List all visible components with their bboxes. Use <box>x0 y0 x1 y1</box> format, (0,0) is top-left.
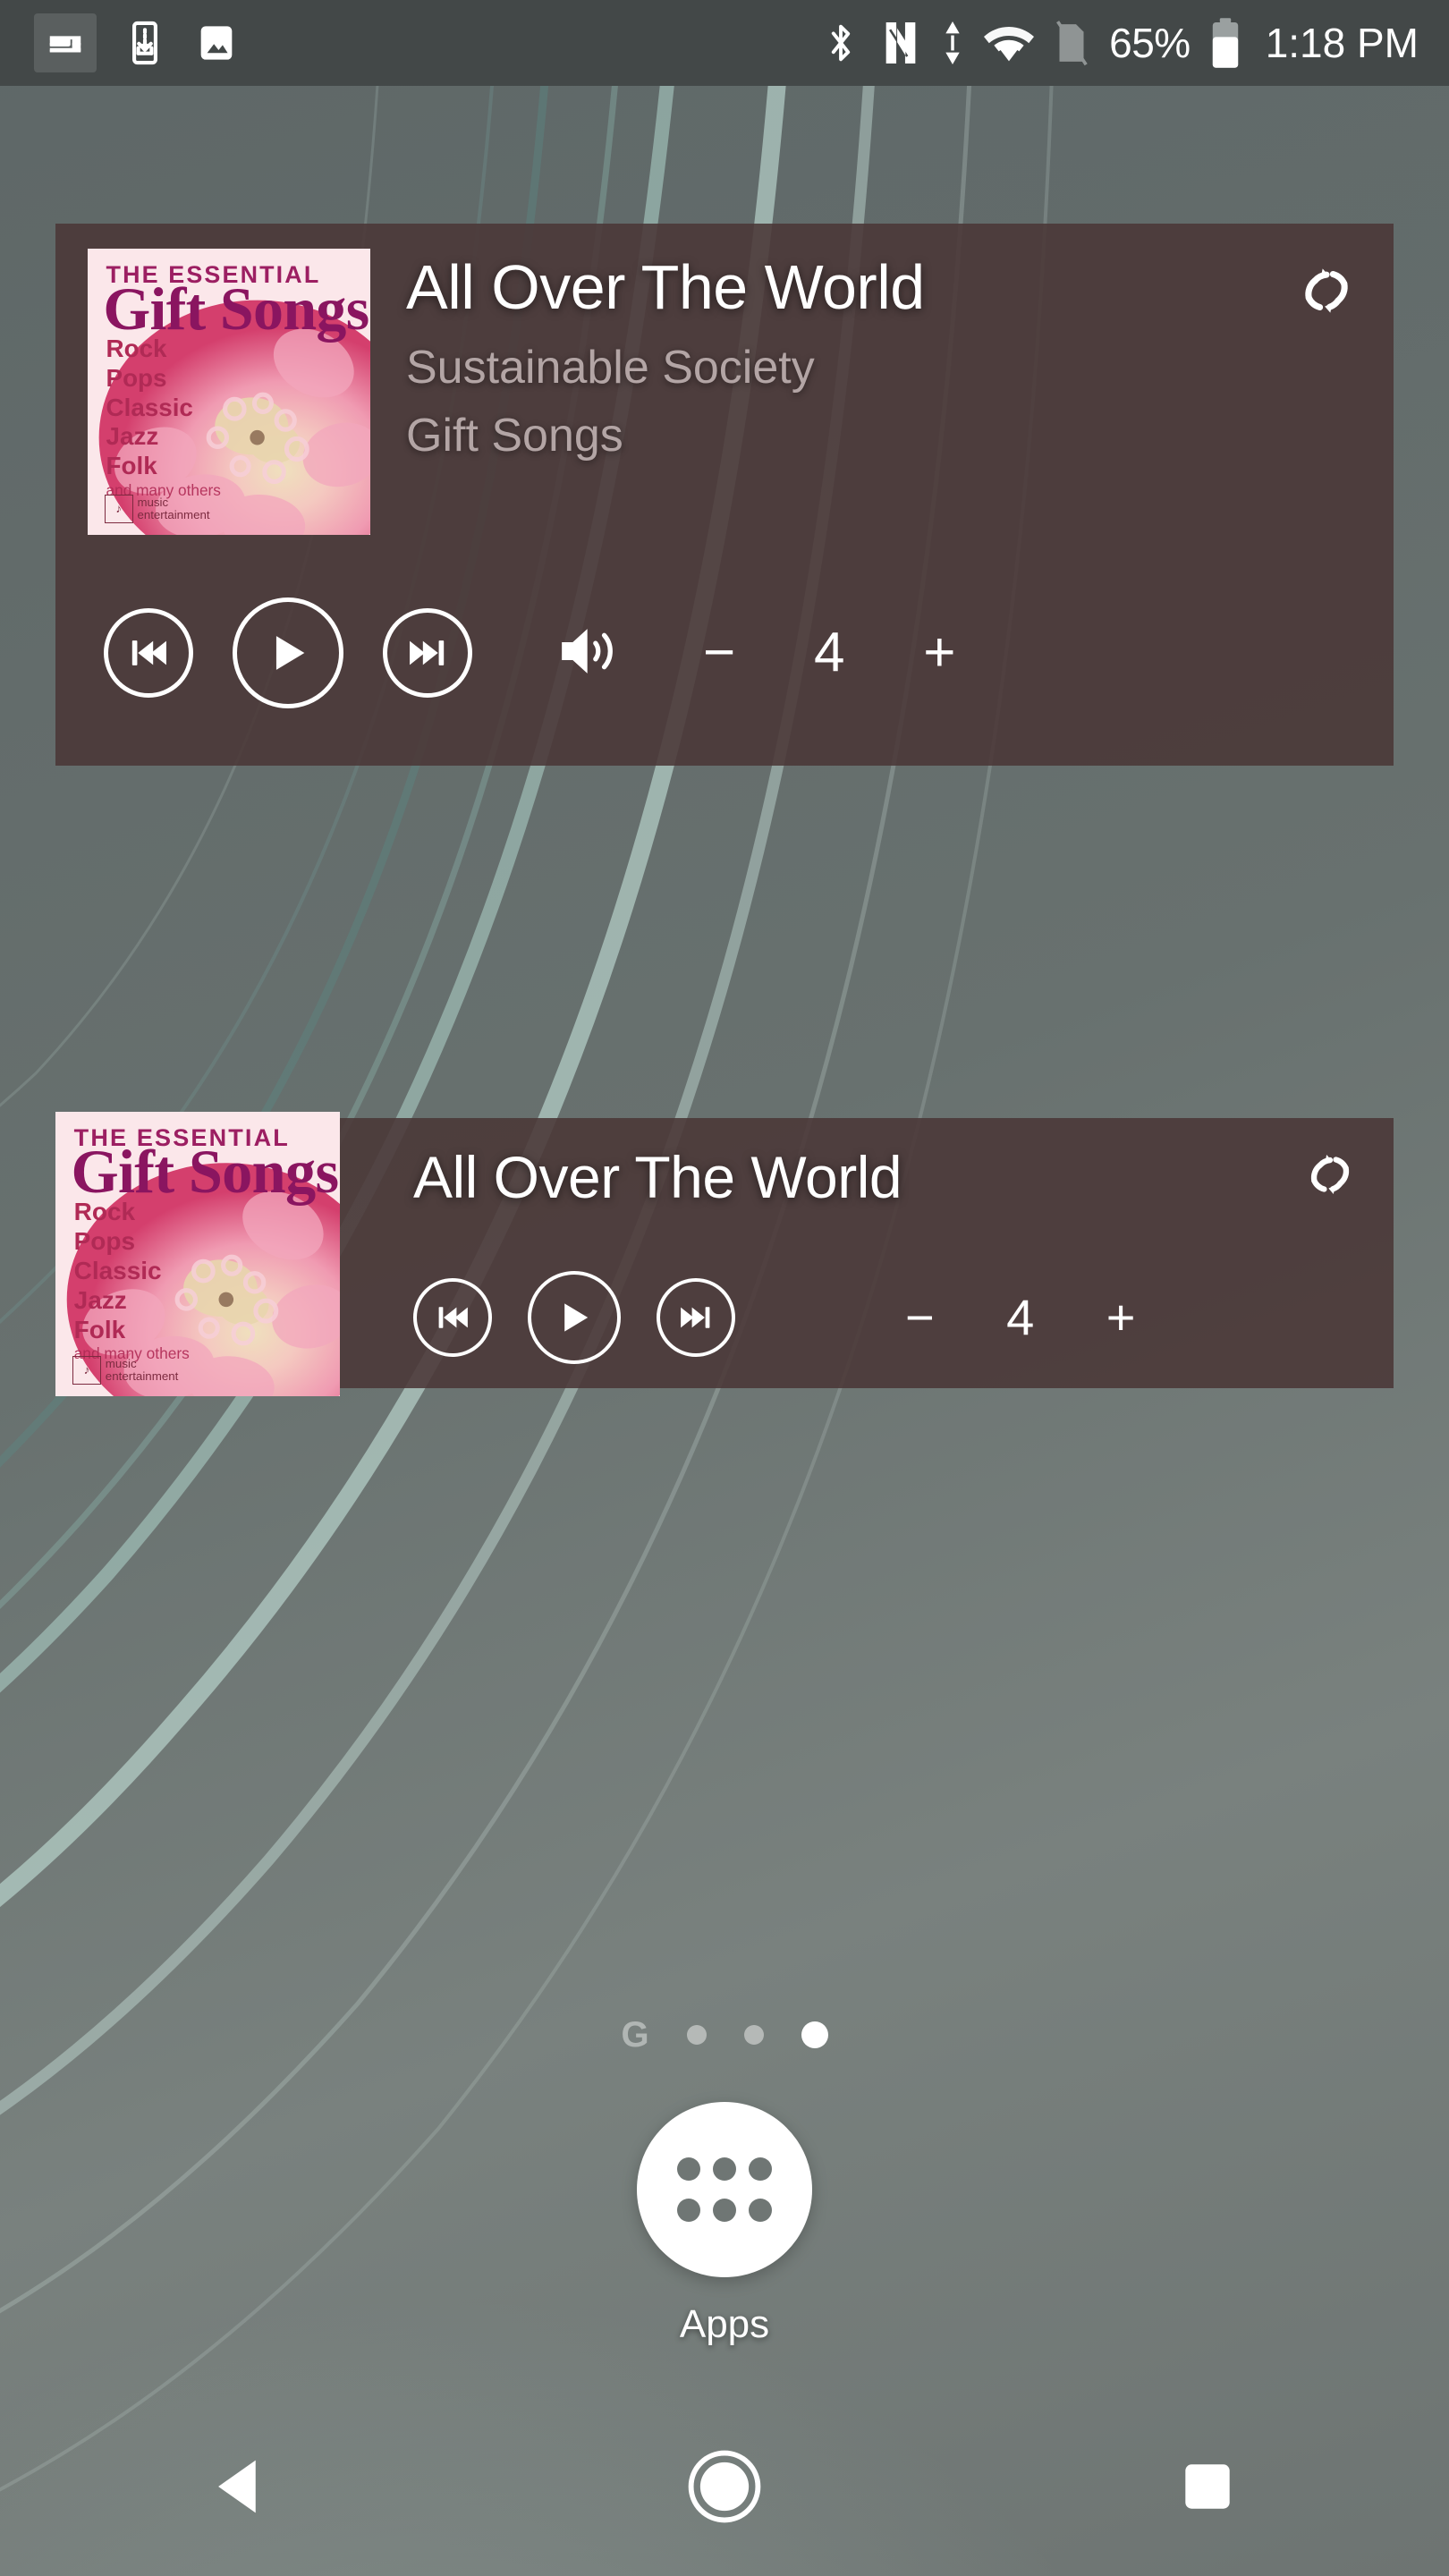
previous-track-button[interactable] <box>413 1278 492 1357</box>
volume-control-large: − 4 + <box>558 623 955 683</box>
status-bar-left-icons <box>0 13 240 72</box>
play-button[interactable] <box>528 1271 621 1364</box>
volume-speaker-icon <box>558 623 623 683</box>
data-transfer-icon <box>941 21 964 65</box>
repeat-icon[interactable] <box>1293 258 1360 324</box>
page-dot[interactable] <box>686 2025 707 2045</box>
apps-grid-icon[interactable] <box>637 2102 812 2277</box>
album-art-publisher-logo: ♪ music entertainment <box>72 1356 178 1385</box>
back-triangle-icon[interactable] <box>152 2397 331 2576</box>
repeat-icon[interactable] <box>1301 1145 1360 1204</box>
no-sim-icon <box>1054 19 1089 67</box>
recents-square-icon[interactable] <box>1118 2397 1297 2576</box>
playback-controls-large: − 4 + <box>104 581 1358 724</box>
apps-label: Apps <box>679 2302 770 2346</box>
publisher-name: music entertainment <box>105 1357 179 1384</box>
track-metadata-large: All Over The World Sustainable Society G… <box>406 254 1259 462</box>
page-dot[interactable] <box>743 2025 764 2045</box>
volume-up-button[interactable]: + <box>1106 1292 1136 1343</box>
google-page-indicator[interactable]: G <box>621 2017 648 2053</box>
navigation-bar[interactable] <box>0 2397 1449 2576</box>
music-player-widget-large[interactable]: THE ESSENTIAL Gift Songs Rock Pops Class… <box>55 224 1394 766</box>
volume-level-value: 4 <box>1006 1289 1035 1345</box>
album-art-brand: Gift Songs <box>103 274 369 343</box>
volume-down-button[interactable]: − <box>905 1292 935 1343</box>
publisher-mark-icon: ♪ <box>72 1356 102 1385</box>
wifi-icon <box>984 21 1035 64</box>
track-title: All Over The World <box>413 1144 902 1210</box>
playback-controls-compact: − 4 + <box>413 1268 1360 1367</box>
previous-track-button[interactable] <box>104 608 193 698</box>
volume-up-button[interactable]: + <box>923 625 955 681</box>
album-art-publisher-logo: ♪ music entertainment <box>104 495 210 524</box>
album-art-brand: Gift Songs <box>71 1138 339 1207</box>
album-art-large[interactable]: THE ESSENTIAL Gift Songs Rock Pops Class… <box>88 249 370 535</box>
home-page-indicator[interactable]: G <box>0 2017 1449 2053</box>
cast-media-icon <box>34 13 97 72</box>
next-track-button[interactable] <box>383 608 472 698</box>
battery-icon <box>1210 17 1241 69</box>
track-artist: Sustainable Society <box>406 342 815 394</box>
apps-dot <box>677 2157 700 2181</box>
status-bar[interactable]: 65% 1:18 PM <box>0 0 1449 86</box>
volume-level-value: 4 <box>813 622 845 683</box>
apps-dot <box>713 2199 736 2222</box>
track-album: Gift Songs <box>406 410 623 462</box>
status-bar-right-icons: 65% 1:18 PM <box>821 17 1449 69</box>
publisher-name: music entertainment <box>137 496 210 522</box>
play-button[interactable] <box>233 597 343 708</box>
home-circle-icon[interactable] <box>635 2397 814 2576</box>
download-to-device-icon <box>122 20 168 66</box>
track-title: All Over The World <box>406 252 925 322</box>
publisher-mark-icon: ♪ <box>104 495 133 524</box>
volume-control-compact: − 4 + <box>905 1292 1135 1343</box>
album-art-compact[interactable]: THE ESSENTIAL Gift Songs Rock Pops Class… <box>55 1112 340 1396</box>
album-art-genres: Rock Pops Classic Jazz Folk and many oth… <box>73 1198 190 1363</box>
volume-down-button[interactable]: − <box>703 625 735 681</box>
battery-percent-label: 65% <box>1109 20 1191 66</box>
apps-dot <box>749 2157 772 2181</box>
screenshot-image-icon <box>193 20 240 66</box>
apps-drawer[interactable]: Apps <box>0 2102 1449 2347</box>
nfc-icon <box>880 20 921 66</box>
status-bar-clock: 1:18 PM <box>1265 20 1419 66</box>
next-track-button[interactable] <box>657 1278 735 1357</box>
album-art-genres: Rock Pops Classic Jazz Folk and many oth… <box>106 335 221 500</box>
music-player-widget-compact[interactable]: THE ESSENTIAL Gift Songs Rock Pops Class… <box>55 1112 1394 1396</box>
apps-dot <box>713 2157 736 2181</box>
apps-dot <box>749 2199 772 2222</box>
page-dot-active[interactable] <box>801 2021 828 2048</box>
bluetooth-icon <box>821 20 860 66</box>
apps-dot <box>677 2199 700 2222</box>
